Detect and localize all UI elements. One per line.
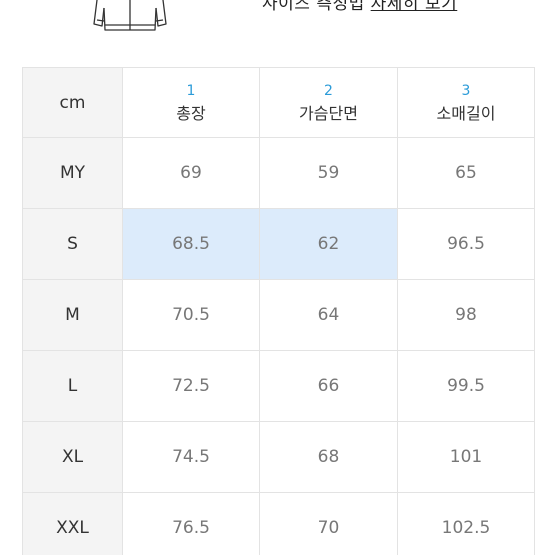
value-cell: 102.5 bbox=[397, 492, 535, 555]
size-label: M bbox=[22, 279, 123, 351]
table-row: XXL 76.5 70 102.5 bbox=[22, 492, 535, 555]
table-row: S 68.5 62 96.5 bbox=[22, 208, 535, 280]
value-cell: 101 bbox=[397, 421, 535, 493]
value-cell: 70.5 bbox=[122, 279, 260, 351]
column-label: 가슴단면 bbox=[299, 103, 358, 123]
size-label: XXL bbox=[22, 492, 123, 555]
table-row: M 70.5 64 98 bbox=[22, 279, 535, 351]
value-cell: 69 bbox=[122, 137, 260, 209]
value-cell: 70 bbox=[259, 492, 398, 555]
value-cell: 72.5 bbox=[122, 350, 260, 422]
column-header-chest: 2 가슴단면 bbox=[259, 67, 398, 138]
value-cell: 68 bbox=[259, 421, 398, 493]
column-label: 소매길이 bbox=[436, 103, 496, 123]
column-number: 3 bbox=[461, 82, 471, 99]
size-label: L bbox=[22, 350, 123, 422]
table-row: L 72.5 66 99.5 bbox=[22, 350, 535, 422]
value-cell: 99.5 bbox=[397, 350, 535, 422]
value-cell-highlighted: 68.5 bbox=[122, 208, 260, 280]
value-cell: 66 bbox=[259, 350, 398, 422]
value-cell: 76.5 bbox=[122, 492, 260, 555]
size-guide-page: 사이즈 측정법 자세히 보기 cm 1 총장 2 가슴단면 3 소매길이 MY … bbox=[0, 0, 555, 555]
size-label: MY bbox=[22, 137, 123, 209]
size-table: cm 1 총장 2 가슴단면 3 소매길이 MY 69 59 65 S 68.5… bbox=[22, 67, 535, 555]
size-label: S bbox=[22, 208, 123, 280]
value-cell: 65 bbox=[397, 137, 535, 209]
value-cell: 64 bbox=[259, 279, 398, 351]
measurement-guide-label: 사이즈 측정법 bbox=[262, 0, 365, 14]
value-cell: 59 bbox=[259, 137, 398, 209]
size-label: XL bbox=[22, 421, 123, 493]
measurement-guide-note: 사이즈 측정법 자세히 보기 bbox=[262, 0, 457, 14]
column-label: 총장 bbox=[176, 103, 206, 123]
size-guide-header: 사이즈 측정법 자세히 보기 bbox=[0, 0, 555, 40]
unit-label: cm bbox=[22, 67, 123, 138]
value-cell: 74.5 bbox=[122, 421, 260, 493]
column-header-length: 1 총장 bbox=[122, 67, 260, 138]
column-number: 1 bbox=[186, 82, 196, 99]
measurement-guide-link[interactable]: 자세히 보기 bbox=[371, 0, 458, 14]
column-number: 2 bbox=[324, 82, 333, 99]
value-cell: 98 bbox=[397, 279, 535, 351]
column-header-sleeve: 3 소매길이 bbox=[397, 67, 535, 138]
table-header-row: cm 1 총장 2 가슴단면 3 소매길이 bbox=[22, 67, 535, 138]
table-row: MY 69 59 65 bbox=[22, 137, 535, 209]
value-cell: 96.5 bbox=[397, 208, 535, 280]
table-row: XL 74.5 68 101 bbox=[22, 421, 535, 493]
value-cell-highlighted: 62 bbox=[259, 208, 398, 280]
jacket-illustration-icon bbox=[93, 0, 167, 31]
